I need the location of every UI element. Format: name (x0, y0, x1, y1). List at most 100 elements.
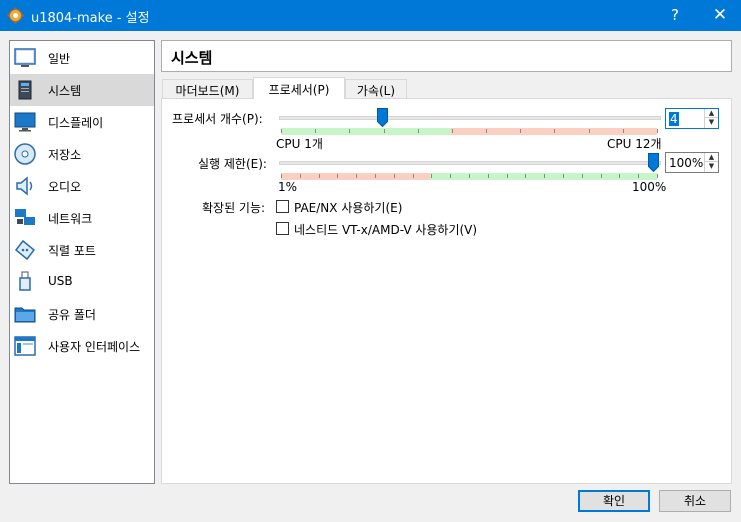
slider-tick (375, 174, 376, 178)
sidebar-item-label: 네트워크 (48, 212, 93, 226)
slider-tick (418, 129, 419, 133)
execution-cap-slider-track[interactable] (279, 161, 661, 165)
sidebar-item-label: 직렬 포트 (48, 244, 96, 258)
execution-cap-spinbox[interactable]: 100% ▲ ▼ (665, 152, 719, 173)
processor-count-safe-zone (281, 128, 451, 135)
slider-tick (638, 174, 639, 178)
sidebar-item-system[interactable]: 시스템 (10, 74, 154, 106)
window-title: u1804-make - 설정 (31, 11, 150, 26)
network-icon (15, 209, 35, 225)
slider-tick (315, 129, 316, 133)
slider-tick (431, 174, 432, 178)
sidebar-item-label: 시스템 (48, 84, 82, 98)
shared-folder-icon (14, 307, 36, 323)
sidebar-item-label: 일반 (48, 52, 71, 66)
audio-icon (16, 176, 33, 196)
sidebar-item-display[interactable]: 디스플레이 (10, 106, 154, 138)
execution-cap-max-label: 100% (632, 180, 667, 194)
sidebar-item-label: 저장소 (48, 148, 82, 162)
storage-icon (14, 143, 36, 165)
sidebar-item-serial-port[interactable]: 직렬 포트 (10, 234, 154, 266)
processor-count-slider-track[interactable] (279, 116, 661, 120)
slider-tick (486, 129, 487, 133)
ok-button[interactable]: 확인 (578, 490, 650, 512)
slider-tick (450, 174, 451, 178)
spin-up-icon[interactable]: ▲ (705, 109, 718, 118)
nested-vtx-checkbox[interactable] (276, 222, 289, 235)
page-title: 시스템 (171, 49, 213, 67)
slider-tick (544, 174, 545, 178)
nested-vtx-label[interactable]: 네스티드 VT-x/AMD-V 사용하기(V) (294, 221, 477, 238)
execution-cap-min-label: 1% (278, 180, 298, 194)
sidebar-item-label: USB (48, 274, 73, 288)
general-icon (14, 48, 36, 67)
processor-count-min-label: CPU 1개 (276, 137, 323, 151)
slider-tick (413, 174, 414, 178)
processor-count-slider-thumb[interactable] (377, 108, 388, 127)
page-header: 시스템 (161, 40, 732, 72)
close-button[interactable]: ✕ (697, 0, 741, 31)
processor-count-max-label: CPU 12개 (607, 137, 662, 151)
settings-sidebar: 일반 시스템 디스플레이 저장소 오디오 네트워크 직렬 포트 USB 공유 폴… (9, 40, 155, 484)
execution-cap-label: 실행 제한(E): (198, 157, 267, 171)
user-interface-icon (14, 336, 36, 356)
slider-tick (384, 129, 385, 133)
sidebar-item-label: 디스플레이 (48, 116, 104, 130)
execution-cap-slider-thumb[interactable] (648, 153, 659, 172)
slider-tick (337, 174, 338, 178)
slider-tick (394, 174, 395, 178)
slider-tick (520, 129, 521, 133)
extended-features-label: 확장된 기능: (202, 201, 266, 215)
slider-tick (589, 129, 590, 133)
slider-tick (525, 174, 526, 178)
tab-acceleration[interactable]: 가속(L) (345, 79, 407, 99)
sidebar-item-label: 사용자 인터페이스 (48, 340, 141, 354)
tab-motherboard[interactable]: 마더보드(M) (162, 79, 253, 99)
cancel-button[interactable]: 취소 (659, 490, 731, 512)
slider-tick (623, 129, 624, 133)
serial-port-icon (14, 239, 36, 261)
spin-down-icon[interactable]: ▼ (705, 118, 718, 127)
slider-tick (488, 174, 489, 178)
system-icon (18, 80, 32, 100)
sidebar-item-audio[interactable]: 오디오 (10, 170, 154, 202)
pae-nx-label[interactable]: PAE/NX 사용하기(E) (294, 199, 402, 216)
processor-count-label: 프로세서 개수(P): (172, 112, 263, 126)
display-icon (14, 112, 36, 132)
slider-tick (657, 129, 658, 133)
title-bar: u1804-make - 설정 ? ✕ (0, 0, 741, 31)
slider-tick (469, 174, 470, 178)
slider-tick (349, 129, 350, 133)
slider-tick (356, 174, 357, 178)
slider-tick (319, 174, 320, 178)
slider-tick (563, 174, 564, 178)
slider-tick (554, 129, 555, 133)
sidebar-item-shared-folder[interactable]: 공유 폴더 (10, 298, 154, 330)
sidebar-item-general[interactable]: 일반 (10, 42, 154, 74)
sidebar-item-user-interface[interactable]: 사용자 인터페이스 (10, 330, 154, 362)
help-button[interactable]: ? (652, 0, 698, 31)
spin-up-icon[interactable]: ▲ (705, 153, 718, 162)
sidebar-item-label: 공유 폴더 (48, 308, 96, 322)
slider-tick (582, 174, 583, 178)
sidebar-item-usb[interactable]: USB (10, 266, 154, 298)
pae-nx-checkbox[interactable] (276, 200, 289, 213)
tab-processor[interactable]: 프로세서(P) (253, 77, 345, 99)
execution-cap-value: 100% (669, 156, 704, 170)
spin-down-icon[interactable]: ▼ (705, 162, 718, 171)
processor-count-value: 4 (669, 112, 679, 126)
slider-tick (507, 174, 508, 178)
sidebar-item-label: 오디오 (48, 180, 82, 194)
slider-tick (281, 129, 282, 133)
slider-tick (452, 129, 453, 133)
slider-tick (300, 174, 301, 178)
virtualbox-gear-icon (7, 7, 24, 24)
sidebar-item-network[interactable]: 네트워크 (10, 202, 154, 234)
processor-count-spinbox[interactable]: 4 ▲ ▼ (665, 108, 719, 129)
usb-icon (19, 271, 31, 291)
slider-tick (281, 174, 282, 178)
slider-tick (601, 174, 602, 178)
slider-tick (657, 174, 658, 178)
sidebar-item-storage[interactable]: 저장소 (10, 138, 154, 170)
slider-tick (619, 174, 620, 178)
